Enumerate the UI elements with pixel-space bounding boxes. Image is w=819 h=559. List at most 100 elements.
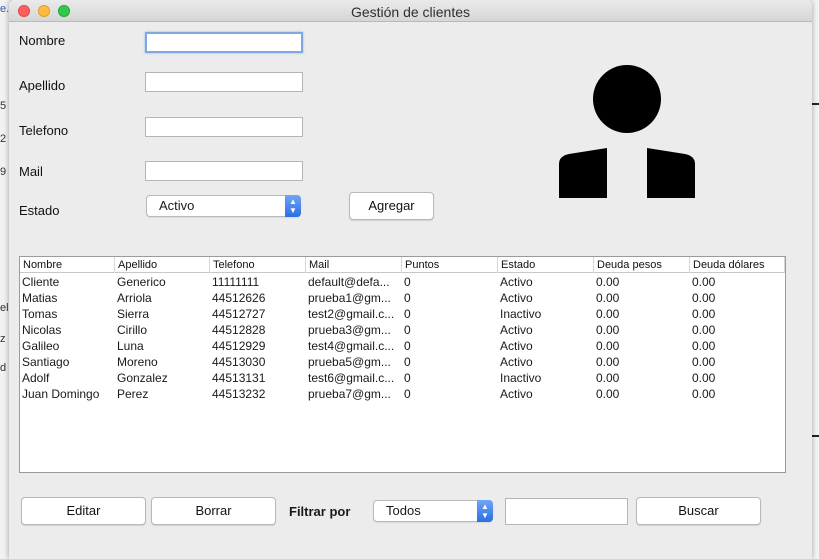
search-button[interactable]: Buscar [636, 497, 761, 525]
table-cell: 44512828 [212, 323, 266, 337]
table-row[interactable]: Cliente Generico 11111111 default@defa... 0 A… [20, 274, 785, 290]
clients-window: Gestión de clientes Nombre Apellido Tele… [9, 0, 812, 559]
column-header-mail[interactable]: Mail [306, 257, 402, 273]
table-row[interactable]: Santiago Moreno 44513030 prueba5@gm... 0 Acti… [20, 354, 785, 370]
table-cell: Gonzalez [117, 371, 168, 385]
table-cell: 0.00 [596, 387, 620, 401]
table-cell: 0.00 [596, 339, 620, 353]
table-cell: default@defa... [308, 275, 390, 289]
table-cell: Inactivo [500, 371, 542, 385]
table-cell: Tomas [22, 307, 58, 321]
table-cell: 0.00 [692, 371, 716, 385]
table-cell: Activo [500, 291, 533, 305]
edit-button[interactable]: Editar [21, 497, 146, 525]
table-cell: 44512929 [212, 339, 266, 353]
table-cell: Cirillo [117, 323, 147, 337]
table-cell: 0.00 [692, 291, 716, 305]
table-cell: 0.00 [596, 275, 620, 289]
table-cell: prueba3@gm... [308, 323, 391, 337]
column-header-puntos[interactable]: Puntos [402, 257, 498, 273]
table-row[interactable]: Matias Arriola 44512626 prueba1@gm... 0 Activ… [20, 290, 785, 306]
table-cell: 0 [404, 291, 411, 305]
table-cell: test6@gmail.c... [308, 371, 395, 385]
nombre-input[interactable] [145, 32, 303, 53]
table-row[interactable]: Galileo Luna 44512929 test4@gmail.c... 0 Acti… [20, 338, 785, 354]
table-cell: Galileo [22, 339, 60, 353]
table-cell: test4@gmail.c... [308, 339, 395, 353]
column-header-estado[interactable]: Estado [498, 257, 594, 273]
table-cell: 0 [404, 275, 411, 289]
chevron-updown-icon: ▲ ▼ [477, 500, 493, 522]
table-cell: 0.00 [596, 323, 620, 337]
table-cell: prueba5@gm... [308, 355, 391, 369]
column-header-telefono[interactable]: Telefono [210, 257, 306, 273]
table-cell: Luna [117, 339, 144, 353]
table-cell: Arriola [117, 291, 152, 305]
table-cell: Sierra [117, 307, 150, 321]
table-cell: Cliente [22, 275, 60, 289]
estado-select[interactable]: Activo ▲ ▼ [146, 195, 301, 217]
column-header-deuda-pesos[interactable]: Deuda pesos [594, 257, 690, 273]
table-cell: 0 [404, 339, 411, 353]
estado-label: Estado [19, 203, 60, 218]
table-cell: Activo [500, 323, 533, 337]
table-cell: test2@gmail.c... [308, 307, 395, 321]
table-cell: Santiago [22, 355, 70, 369]
table-cell: 0.00 [596, 291, 620, 305]
mail-input[interactable] [145, 161, 303, 181]
table-cell: Inactivo [500, 307, 542, 321]
table-cell: Activo [500, 339, 533, 353]
telefono-label: Telefono [19, 123, 69, 138]
column-header-deuda-dolares[interactable]: Deuda dólares [690, 257, 785, 273]
delete-button[interactable]: Borrar [151, 497, 276, 525]
window-title: Gestión de clientes [350, 4, 471, 20]
table-cell: 0.00 [692, 307, 716, 321]
add-client-button[interactable]: Agregar [349, 192, 434, 220]
column-header-nombre[interactable]: Nombre [20, 257, 115, 273]
filter-selected-value: Todos [386, 503, 421, 518]
table-cell: 44513131 [212, 371, 266, 385]
table-cell: 0.00 [596, 355, 620, 369]
table-cell: 0 [404, 371, 411, 385]
table-cell: Activo [500, 355, 533, 369]
table-cell: 44513030 [212, 355, 266, 369]
table-cell: Adolf [22, 371, 50, 385]
search-input[interactable] [505, 498, 628, 525]
table-cell: 0.00 [692, 355, 716, 369]
table-cell: 44512727 [212, 307, 266, 321]
filter-select[interactable]: Todos ▲ ▼ [373, 500, 493, 522]
mail-label: Mail [19, 164, 43, 179]
table-cell: Generico [117, 275, 166, 289]
table-cell: Juan Domingo [22, 387, 100, 401]
title-bar: Gestión de clientes [9, 0, 812, 22]
table-cell: Perez [117, 387, 149, 401]
table-cell: Activo [500, 387, 533, 401]
table-cell: prueba7@gm... [308, 387, 391, 401]
apellido-label: Apellido [19, 78, 66, 93]
table-cell: prueba1@gm... [308, 291, 391, 305]
table-cell: Matias [22, 291, 58, 305]
table-cell: Activo [500, 275, 533, 289]
table-row[interactable]: Tomas Sierra 44512727 test2@gmail.c... 0 Inac… [20, 306, 785, 322]
apellido-input[interactable] [145, 72, 303, 92]
table-cell: 0 [404, 387, 411, 401]
telefono-input[interactable] [145, 117, 303, 137]
table-cell: 0.00 [596, 307, 620, 321]
table-cell: 0 [404, 355, 411, 369]
estado-selected-value: Activo [159, 198, 195, 213]
table-cell: 0.00 [692, 275, 716, 289]
column-header-apellido[interactable]: Apellido [115, 257, 210, 273]
table-cell: 44513232 [212, 387, 266, 401]
table-cell: 11111111 [212, 275, 260, 289]
table-cell: 0 [404, 307, 411, 321]
table-cell: Moreno [117, 355, 158, 369]
clients-table[interactable]: Nombre Apellido Telefono Mail Puntos Est… [19, 256, 786, 473]
table-row[interactable]: Nicolas Cirillo 44512828 prueba3@gm... 0 Acti… [20, 322, 785, 338]
chevron-updown-icon: ▲ ▼ [285, 195, 301, 217]
table-cell: Nicolas [22, 323, 62, 337]
table-cell: 0.00 [596, 371, 620, 385]
table-row[interactable]: Juan Domingo Perez 44513232 prueba7@gm... 0 A… [20, 386, 785, 402]
table-row[interactable]: Adolf Gonzalez 44513131 test6@gmail.c... 0 In… [20, 370, 785, 386]
table-cell: 0 [404, 323, 411, 337]
table-cell: 0.00 [692, 387, 716, 401]
